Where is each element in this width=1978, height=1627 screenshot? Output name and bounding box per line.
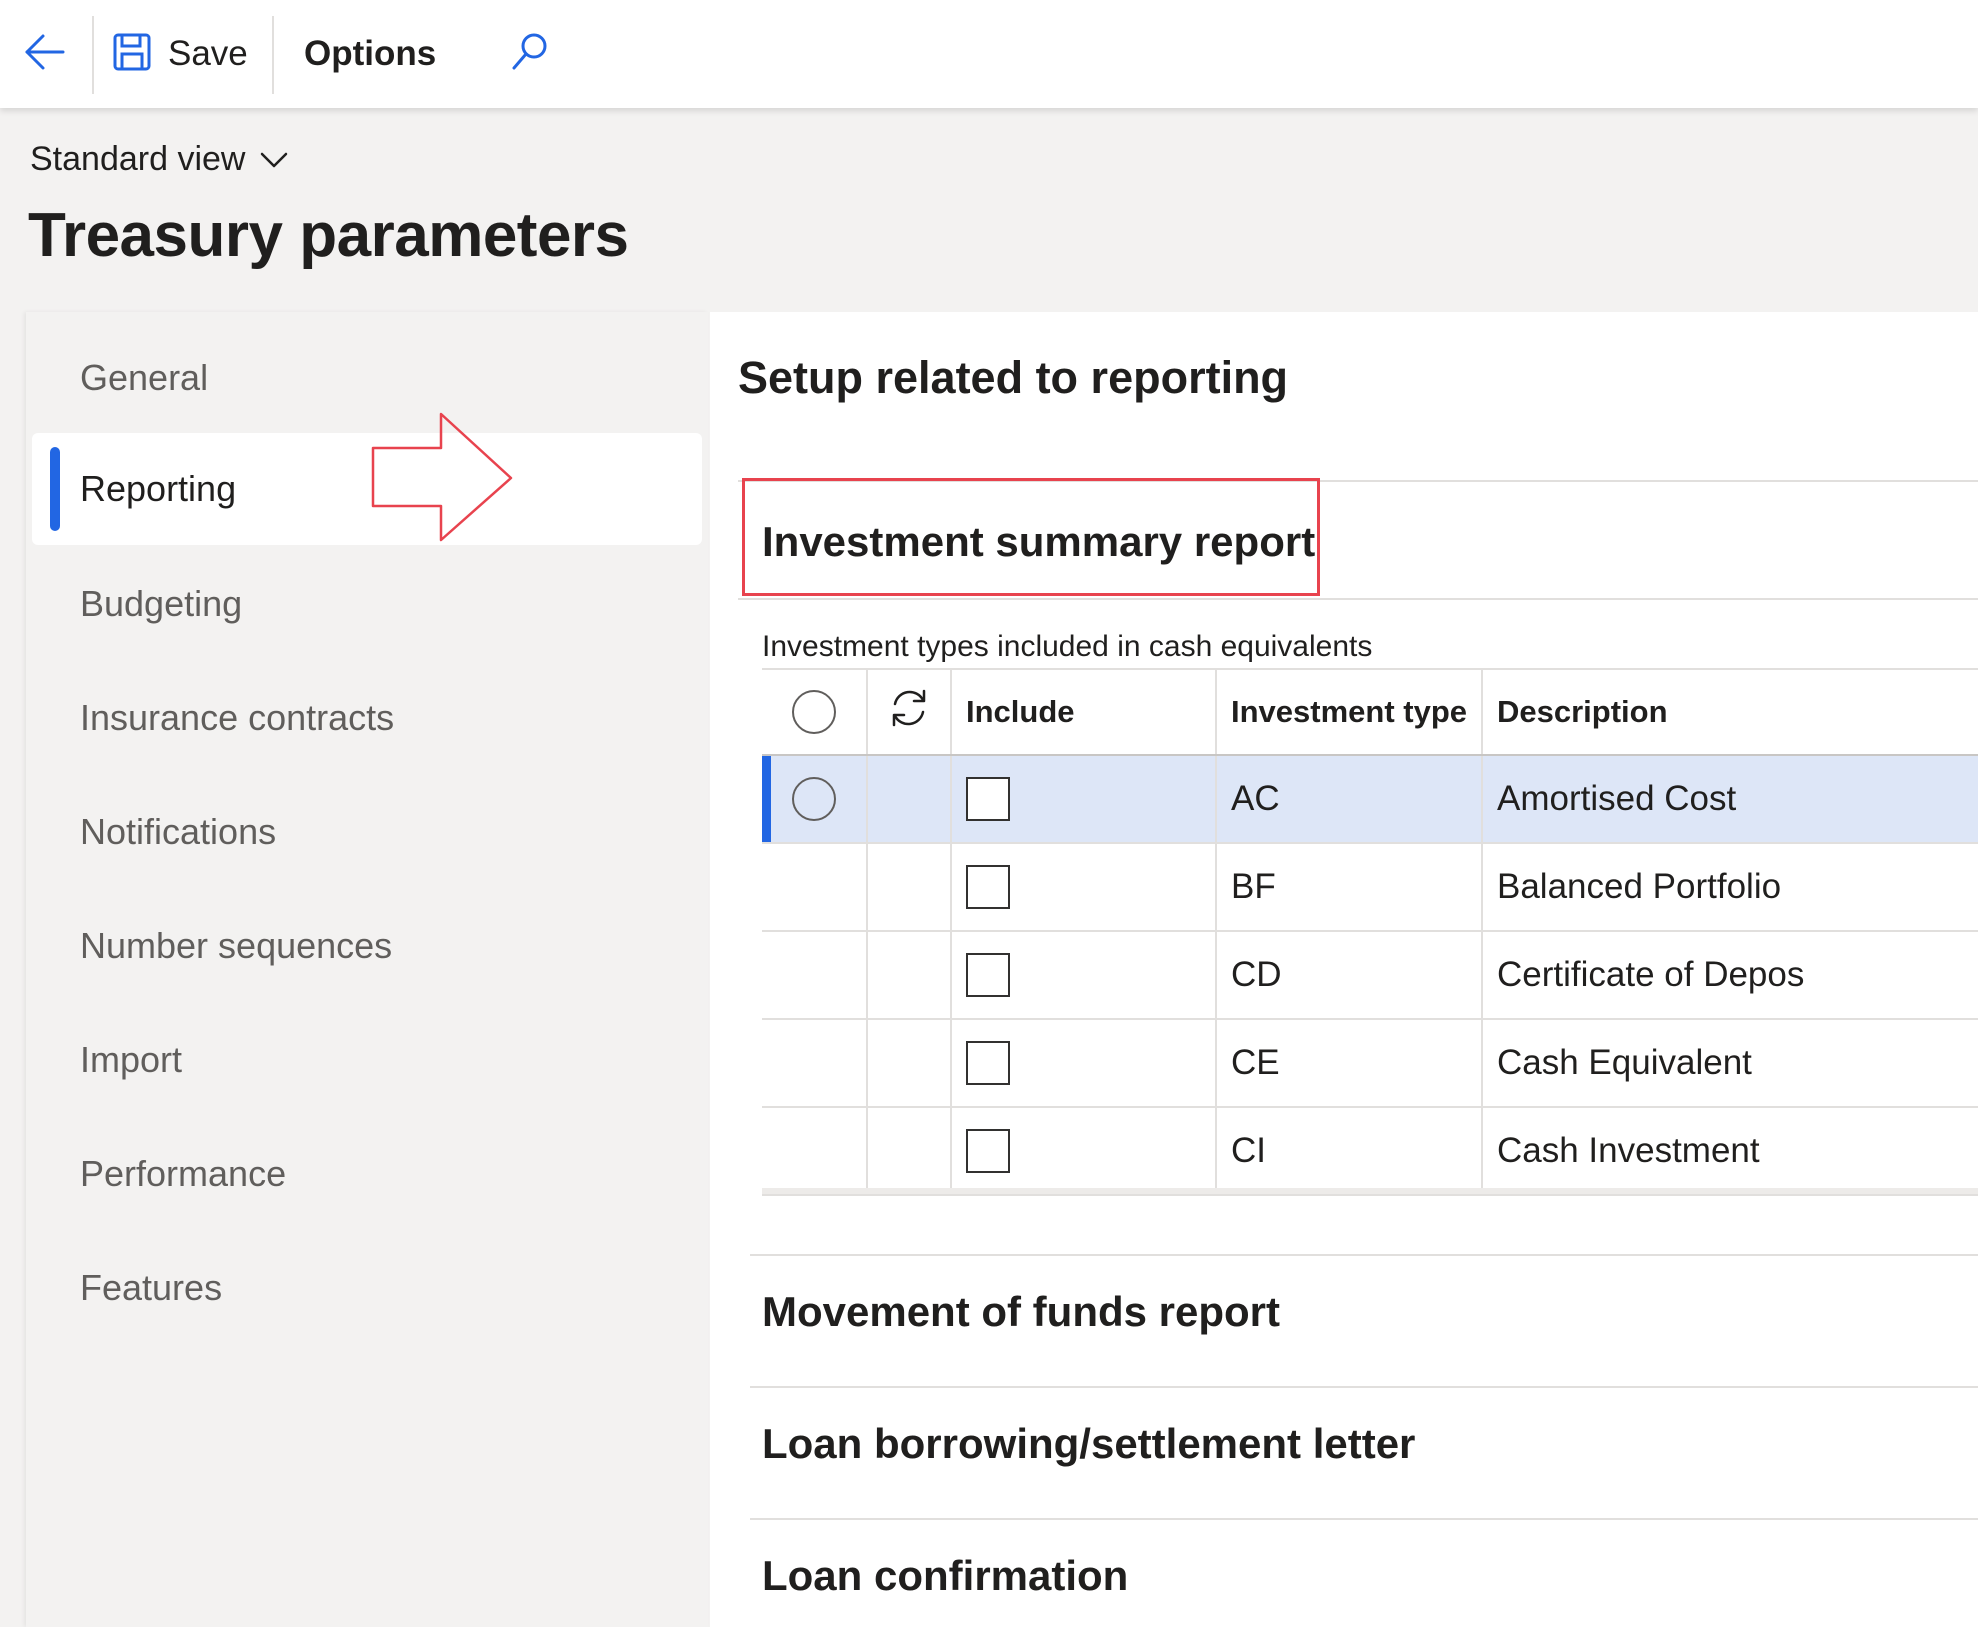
sidebar-item-label: Features xyxy=(80,1267,223,1308)
sidebar-item-label: Number sequences xyxy=(80,925,393,966)
save-label: Save xyxy=(168,34,248,73)
divider xyxy=(738,598,1978,600)
select-all-cell xyxy=(762,670,866,754)
refresh-cell xyxy=(866,670,950,754)
table-row[interactable]: AC Amortised Cost xyxy=(762,756,1978,844)
include-cell xyxy=(950,1108,1215,1194)
content-panel: Setup related to reporting Investment su… xyxy=(710,312,1978,1627)
divider xyxy=(738,480,1978,482)
section-investment-summary-report[interactable]: Investment summary report xyxy=(762,518,1315,566)
table-row[interactable]: CE Cash Equivalent xyxy=(762,1020,1978,1108)
description-cell[interactable]: Certificate of Depos xyxy=(1481,932,1978,1018)
select-all-radio[interactable] xyxy=(792,690,836,734)
divider xyxy=(750,1254,1978,1256)
table-row[interactable]: CI Cash Investment xyxy=(762,1108,1978,1196)
include-cell xyxy=(950,756,1215,842)
row-spacer-cell xyxy=(866,844,950,930)
include-checkbox[interactable] xyxy=(966,777,1010,821)
description-cell[interactable]: Balanced Portfolio xyxy=(1481,844,1978,930)
divider xyxy=(750,1386,1978,1388)
panel-title: Setup related to reporting xyxy=(738,352,1289,403)
column-header-include[interactable]: Include xyxy=(950,670,1215,754)
row-spacer-cell xyxy=(866,1108,950,1194)
section-loan-borrowing-settlement-letter[interactable]: Loan borrowing/settlement letter xyxy=(762,1420,1415,1468)
row-spacer-cell xyxy=(866,1020,950,1106)
include-cell xyxy=(950,844,1215,930)
include-checkbox[interactable] xyxy=(966,865,1010,909)
sidebar-item-label: Notifications xyxy=(80,811,277,852)
row-select-cell[interactable] xyxy=(762,1108,866,1194)
view-selector[interactable]: Standard view xyxy=(30,140,289,179)
sidebar-item-budgeting[interactable]: Budgeting xyxy=(32,548,702,660)
description-cell[interactable]: Cash Equivalent xyxy=(1481,1020,1978,1106)
sidebar-item-label: Reporting xyxy=(80,468,237,509)
row-spacer-cell xyxy=(866,756,950,842)
sidebar-item-import[interactable]: Import xyxy=(32,1004,702,1116)
view-label: Standard view xyxy=(30,140,246,178)
column-header-description[interactable]: Description xyxy=(1481,670,1978,754)
floppy-disk-icon xyxy=(112,32,152,77)
include-cell xyxy=(950,1020,1215,1106)
sidebar: General Reporting Budgeting Insurance co… xyxy=(26,312,708,1627)
sidebar-item-number-sequences[interactable]: Number sequences xyxy=(32,890,702,1002)
sidebar-item-label: Import xyxy=(80,1039,183,1080)
include-cell xyxy=(950,932,1215,1018)
save-button[interactable]: Save xyxy=(112,0,248,108)
sidebar-item-general[interactable]: General xyxy=(32,322,702,434)
include-checkbox[interactable] xyxy=(966,1129,1010,1173)
sidebar-item-notifications[interactable]: Notifications xyxy=(32,776,702,888)
description-cell[interactable]: Cash Investment xyxy=(1481,1108,1978,1194)
row-select-cell[interactable] xyxy=(762,1020,866,1106)
sidebar-item-features[interactable]: Features xyxy=(32,1232,702,1344)
toolbar-separator xyxy=(92,16,94,94)
sidebar-item-label: Performance xyxy=(80,1153,287,1194)
refresh-icon[interactable] xyxy=(887,686,931,738)
section-loan-confirmation[interactable]: Loan confirmation xyxy=(762,1552,1128,1600)
grid-header-row: Include Investment type Description xyxy=(762,668,1978,756)
include-checkbox[interactable] xyxy=(966,1041,1010,1085)
table-row[interactable]: BF Balanced Portfolio xyxy=(762,844,1978,932)
investment-type-cell[interactable]: BF xyxy=(1215,844,1481,930)
table-row[interactable]: CD Certificate of Depos xyxy=(762,932,1978,1020)
investment-type-cell[interactable]: CE xyxy=(1215,1020,1481,1106)
section-movement-of-funds-report[interactable]: Movement of funds report xyxy=(762,1288,1280,1336)
page-title: Treasury parameters xyxy=(28,201,629,270)
include-checkbox[interactable] xyxy=(966,953,1010,997)
divider xyxy=(750,1518,1978,1520)
investment-type-cell[interactable]: AC xyxy=(1215,756,1481,842)
row-select-cell xyxy=(762,756,866,842)
row-spacer-cell xyxy=(866,932,950,1018)
column-header-investment-type[interactable]: Investment type xyxy=(1215,670,1481,754)
description-cell[interactable]: Amortised Cost xyxy=(1481,756,1978,842)
chevron-down-icon xyxy=(259,150,289,170)
selection-indicator xyxy=(50,447,60,531)
action-pane: Save Options xyxy=(0,0,1978,108)
investment-types-grid: Include Investment type Description AC A… xyxy=(762,668,1978,1196)
row-select-cell[interactable] xyxy=(762,932,866,1018)
sidebar-item-label: General xyxy=(80,357,209,398)
options-button[interactable]: Options xyxy=(304,0,436,108)
search-icon xyxy=(508,30,552,79)
sidebar-item-label: Budgeting xyxy=(80,583,243,624)
search-button[interactable] xyxy=(500,0,560,108)
sidebar-item-insurance-contracts[interactable]: Insurance contracts xyxy=(32,662,702,774)
investment-type-cell[interactable]: CD xyxy=(1215,932,1481,1018)
back-button[interactable] xyxy=(0,0,90,108)
investment-type-cell[interactable]: CI xyxy=(1215,1108,1481,1194)
toolbar-separator xyxy=(272,16,274,94)
row-select-cell[interactable] xyxy=(762,844,866,930)
row-select-radio[interactable] xyxy=(792,777,836,821)
row-selection-indicator xyxy=(762,756,771,842)
grid-scrollbar-track[interactable] xyxy=(762,1188,1978,1194)
sidebar-item-reporting[interactable]: Reporting xyxy=(32,433,702,545)
sidebar-item-performance[interactable]: Performance xyxy=(32,1118,702,1230)
sidebar-item-label: Insurance contracts xyxy=(80,697,395,738)
arrow-left-icon xyxy=(23,30,67,79)
grid-caption: Investment types included in cash equiva… xyxy=(762,630,1373,663)
